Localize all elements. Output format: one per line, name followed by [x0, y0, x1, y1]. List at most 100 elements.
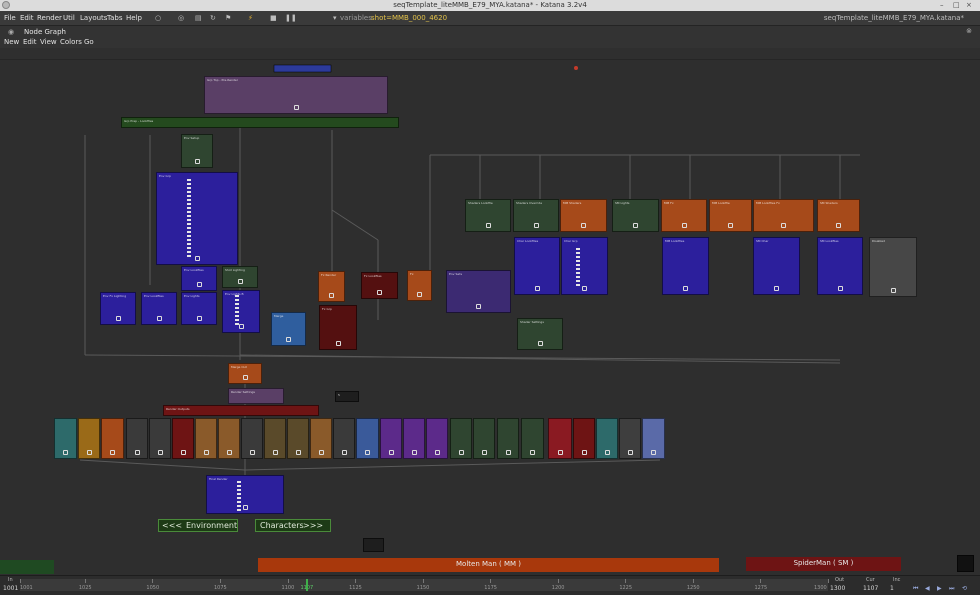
output-node-3[interactable] [101, 418, 124, 459]
cur-field[interactable]: 1107 [863, 585, 878, 592]
menu-file[interactable]: File [4, 14, 16, 22]
output-node-19[interactable] [473, 418, 495, 459]
refresh-icon[interactable]: ↻ [210, 14, 216, 22]
panel-menu-icon[interactable]: ◉ [8, 28, 14, 36]
pause-icon[interactable]: ❚❚ [285, 14, 297, 22]
output-node-14[interactable] [356, 418, 379, 459]
tab-node-graph[interactable]: Node Graph [24, 28, 66, 36]
node-green-b[interactable]: Shot Lighting [222, 266, 258, 288]
node-green-small[interactable]: Env Setup [181, 134, 213, 168]
node-purple-large[interactable]: Env Grp [156, 172, 238, 265]
panel-menu-go[interactable]: Go [84, 38, 94, 46]
node-right-purple-e[interactable]: SM Lookfiles [817, 237, 863, 295]
output-node-16[interactable] [403, 418, 425, 459]
output-node-26[interactable] [642, 418, 665, 459]
loop-icon[interactable]: ⟲ [962, 585, 967, 592]
panel-close-icon[interactable]: ⊗ [966, 27, 972, 35]
node-dot[interactable]: 5 [335, 391, 359, 402]
output-node-21[interactable] [521, 418, 544, 459]
node-red-a[interactable]: Fx Lookfiles [361, 272, 398, 299]
node-graph-canvas[interactable]: Grp Top - Pre-Render Grp Prep - Lookfile… [0, 60, 980, 575]
save-icon[interactable]: ▤ [195, 14, 202, 22]
output-node-10[interactable] [264, 418, 286, 459]
lightning-icon[interactable]: ⚡ [248, 14, 253, 22]
environment-nav-button[interactable]: <<< Environment [158, 519, 238, 532]
timeline-slider[interactable]: 1001102510501075110011071125115011751200… [20, 579, 829, 591]
menu-edit[interactable]: Edit [20, 14, 34, 22]
panel-menu-view[interactable]: View [40, 38, 57, 46]
output-node-7[interactable] [195, 418, 217, 459]
node-purple-g[interactable]: Env Lights B [222, 290, 260, 333]
node-right-purple-c[interactable]: MM Lookfiles [662, 237, 709, 295]
node-right-orange-a[interactable]: MM Shaders [560, 199, 607, 232]
node-right-orange-e[interactable]: SM Shaders [817, 199, 860, 232]
node-right-green-d[interactable]: Shader Settings [517, 318, 563, 350]
node-right-orange-d[interactable]: MM Lookfiles Fx [753, 199, 814, 232]
output-node-15[interactable] [380, 418, 402, 459]
panel-menu-edit[interactable]: Edit [23, 38, 37, 46]
node-right-green-b[interactable]: Shaders Override [513, 199, 559, 232]
node-orange-merge[interactable]: Merge Out [228, 363, 262, 384]
output-node-9[interactable] [241, 418, 263, 459]
node-purple-bottom[interactable]: Final Render [206, 475, 284, 514]
timeline-playhead[interactable] [306, 579, 309, 591]
output-node-23[interactable] [573, 418, 595, 459]
backdrop-left-green[interactable] [0, 560, 54, 574]
node-dark-small[interactable] [363, 538, 384, 552]
menu-layouts[interactable]: Layouts [80, 14, 107, 22]
output-node-25[interactable] [619, 418, 641, 459]
node-right-purple-b[interactable]: Char Grp [561, 237, 608, 295]
node-right-green-a[interactable]: Shaders Lookfile [465, 199, 511, 232]
node-right-green-c[interactable]: SM Lights [612, 199, 659, 232]
step-back-icon[interactable]: ⏮ [913, 585, 918, 593]
node-right-grey[interactable]: Disabled [869, 237, 917, 297]
output-node-11[interactable] [287, 418, 309, 459]
flag-icon[interactable]: ⚑ [225, 14, 231, 22]
output-node-4[interactable] [126, 418, 148, 459]
node-red-b[interactable]: Fx Grp [319, 305, 357, 350]
output-node-5[interactable] [149, 418, 171, 459]
node-right-purple-a[interactable]: Char Lookfiles [514, 237, 560, 295]
node-purple-f[interactable]: Env Lights [181, 292, 217, 325]
output-node-20[interactable] [497, 418, 519, 459]
node-right-orange-c[interactable]: MM Lookfile [709, 199, 752, 232]
output-node-8[interactable] [218, 418, 240, 459]
backdrop-spiderman[interactable]: SpiderMan ( SM ) [746, 557, 901, 571]
menu-help[interactable]: Help [126, 14, 142, 22]
sync-icon[interactable]: ◎ [178, 14, 184, 22]
node-right-purple-d[interactable]: SM Char [753, 237, 800, 295]
output-node-1[interactable] [54, 418, 77, 459]
panel-menu-new[interactable]: New [4, 38, 19, 46]
output-node-18[interactable] [450, 418, 472, 459]
close-button[interactable]: × [966, 1, 972, 9]
node-red-bar[interactable]: Render Outputs [163, 405, 319, 416]
graph-navigator-icon[interactable] [957, 555, 974, 572]
output-node-2[interactable] [78, 418, 100, 459]
menu-render[interactable]: Render [37, 14, 62, 22]
maximize-button[interactable]: □ [953, 1, 960, 9]
shot-variable-dropdown[interactable]: shot=MMB_000_4620 [371, 14, 447, 22]
node-blue[interactable]: Merge [271, 312, 306, 346]
output-node-13[interactable] [333, 418, 355, 459]
output-node-12[interactable] [310, 418, 332, 459]
node-backdrop-top[interactable]: Grp Top - Pre-Render [204, 76, 388, 114]
output-node-17[interactable] [426, 418, 448, 459]
node-purple-e[interactable]: Env Lookfiles [141, 292, 177, 325]
output-node-24[interactable] [596, 418, 618, 459]
menu-tabs[interactable]: Tabs [107, 14, 123, 22]
output-node-22[interactable] [548, 418, 572, 459]
node-mauve-small[interactable]: Render Settings [228, 388, 284, 404]
chevron-down-icon[interactable]: ▾ [333, 14, 337, 22]
node-purple-d[interactable]: Env Fx Lighting [100, 292, 136, 325]
characters-nav-button[interactable]: Characters >>> [255, 519, 331, 532]
inc-field[interactable]: 1 [890, 585, 894, 592]
play-back-icon[interactable]: ◀ [925, 585, 930, 592]
node-orange-a[interactable]: Fx Render [318, 271, 345, 302]
step-forward-icon[interactable]: ⏭ [949, 585, 954, 593]
in-field[interactable]: 1001 [3, 585, 18, 592]
render-icon[interactable]: ○ [155, 14, 161, 22]
panel-menu-colors[interactable]: Colors [60, 38, 82, 46]
play-icon[interactable]: ▶ [937, 585, 942, 592]
node-merge-bar[interactable]: Grp Prep - Lookfiles [121, 117, 399, 128]
minimize-button[interactable]: – [940, 1, 944, 9]
